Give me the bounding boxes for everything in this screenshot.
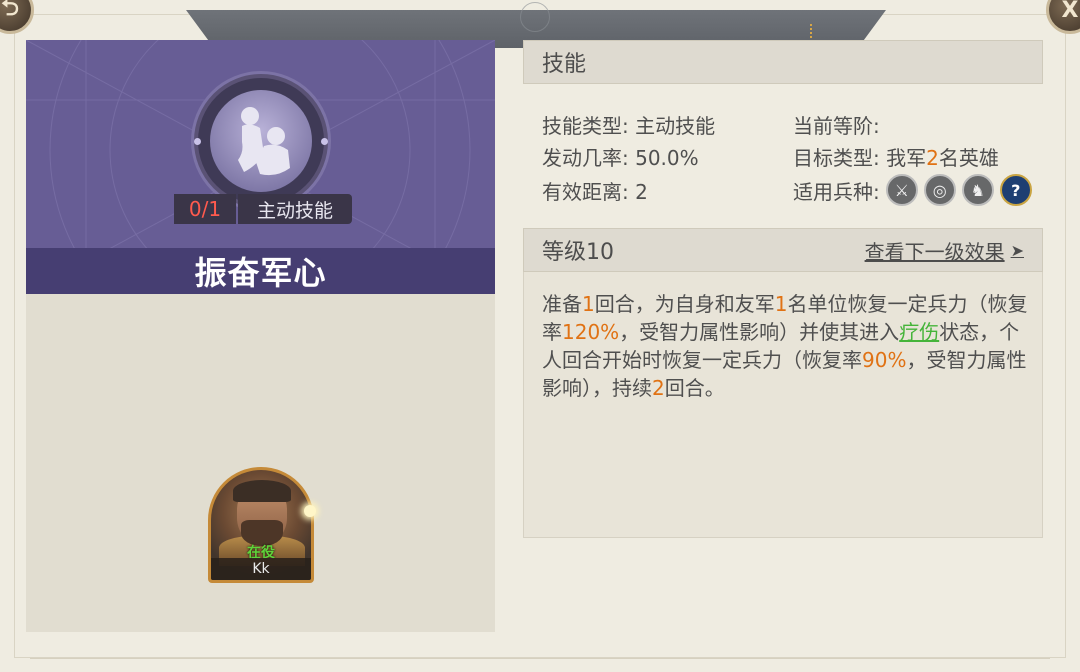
target-count: 2 — [926, 146, 939, 170]
status-link[interactable]: 疗伤 — [899, 320, 939, 344]
troop-label: 适用兵种: — [793, 179, 880, 204]
troop-types-row: 适用兵种: ⚔ ◎ ♞ ? — [793, 174, 1032, 206]
bottom-divider — [30, 658, 1050, 659]
skill-preview-panel: 0/1 主动技能 振奋军心 在役 Kk — [26, 40, 495, 632]
bow-target-icon[interactable]: ◎ — [923, 174, 956, 206]
skill-kind-tag: 主动技能 — [238, 194, 352, 224]
skill-type-value: 主动技能 — [635, 114, 716, 138]
skill-type-row: 技能类型: 主动技能 — [542, 110, 715, 139]
target-label: 目标类型: — [793, 146, 880, 170]
next-level-link[interactable]: 查看下一级效果 ➤ — [865, 236, 1024, 265]
ring-pin — [194, 138, 201, 145]
skill-type-label: 技能类型: — [542, 114, 629, 138]
target-prefix: 我军 — [886, 146, 927, 170]
rank-row: 当前等阶: — [793, 110, 880, 139]
desc-text: 回合，为自身和友军 — [594, 292, 775, 316]
range-row: 有效距离: 2 — [542, 176, 648, 205]
horse-icon[interactable]: ♞ — [961, 174, 994, 206]
skill-portrait[interactable] — [194, 74, 328, 208]
desc-number: 2 — [652, 376, 665, 400]
desc-number: 1 — [582, 292, 595, 316]
skill-name: 振奋军心 — [26, 248, 495, 294]
level-section-header: 等级10 查看下一级效果 ➤ — [523, 228, 1043, 272]
sword-icon[interactable]: ⚔ — [885, 174, 918, 206]
section-title: 技能 — [542, 52, 587, 77]
range-value: 2 — [635, 180, 648, 204]
question-icon[interactable]: ? — [999, 174, 1032, 206]
trigger-rate-label: 发动几率: — [542, 146, 629, 170]
desc-number: 120% — [562, 320, 620, 344]
skill-header: 0/1 主动技能 振奋军心 — [26, 40, 495, 294]
skill-section-header: 技能 — [523, 40, 1043, 84]
desc-text: 回合。 — [664, 376, 725, 400]
close-button[interactable]: X — [1046, 0, 1080, 34]
return-icon: ⮌ — [1, 0, 19, 21]
desc-text: ，受智力属性影响）并使其进入 — [619, 320, 900, 344]
rank-label: 当前等阶: — [793, 114, 880, 138]
trigger-rate-row: 发动几率: 50.0% — [542, 142, 699, 171]
banner-emblem-icon — [520, 2, 550, 32]
trigger-rate-value: 50.0% — [635, 146, 699, 170]
skill-description: 准备1回合，为自身和友军1名单位恢复一定兵力（恢复率120%，受智力属性影响）并… — [542, 290, 1032, 402]
desc-text: 准备 — [542, 292, 582, 316]
hero-hair — [233, 480, 291, 502]
desc-number: 1 — [774, 292, 788, 316]
healing-embrace-icon — [210, 90, 312, 192]
level-title: 等级10 — [542, 240, 614, 265]
hero-name: Kk — [211, 558, 311, 580]
target-row: 目标类型: 我军2名英雄 — [793, 142, 999, 171]
range-label: 有效距离: — [542, 180, 629, 204]
back-button[interactable]: ⮌ — [0, 0, 34, 34]
close-icon: X — [1061, 0, 1079, 23]
hero-portrait: 在役 Kk — [211, 470, 311, 580]
ring-pin — [321, 138, 328, 145]
next-level-label: 查看下一级效果 — [864, 239, 1005, 264]
hero-card[interactable]: 在役 Kk — [208, 467, 316, 583]
desc-number: 90% — [862, 348, 907, 372]
skill-count: 0/1 — [174, 194, 236, 224]
star-glow-icon — [304, 505, 316, 517]
arrow-right-icon: ➤ — [1010, 240, 1024, 260]
target-suffix: 名英雄 — [938, 146, 999, 170]
